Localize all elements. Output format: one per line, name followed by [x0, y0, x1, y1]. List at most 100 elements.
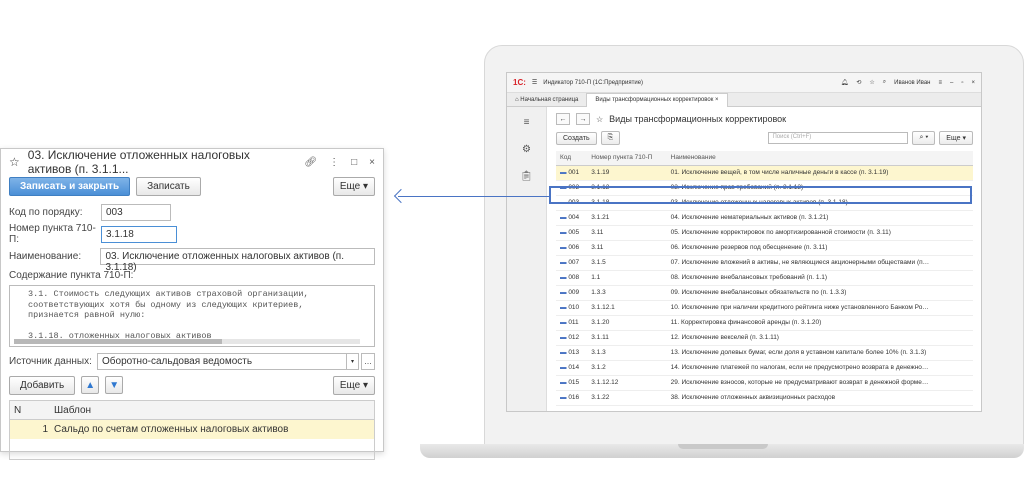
- cell-name: 14. Исключение платежей по налогам, если…: [666, 360, 973, 376]
- table-row[interactable]: ▬ 006 3.11 06. Исключение резервов под обе…: [556, 240, 973, 256]
- row-template: Сальдо по счетам отложенных налоговых ак…: [54, 424, 289, 435]
- window-title: Индикатор 710-П (1С:Предприятие): [543, 79, 644, 86]
- source-label: Источник данных:: [9, 355, 92, 367]
- menu-icon[interactable]: ☰: [532, 79, 537, 86]
- col-name[interactable]: Наименование: [666, 151, 973, 166]
- table-row[interactable]: ▬ 010 3.1.12.1 10. Исключение при наличии …: [556, 300, 973, 316]
- cell-num: 3.1.3: [587, 345, 667, 361]
- clipboard-icon[interactable]: 📋︎: [520, 171, 533, 182]
- template-grid: N Шаблон 1 Сальдо по счетам отложенных н…: [9, 400, 375, 460]
- code-text: 015: [568, 379, 580, 386]
- table-row[interactable]: ▬ 001 3.1.19 01. Исключение вещей, в том ч…: [556, 165, 973, 181]
- search-button[interactable]: ⌕ ▾: [912, 131, 936, 145]
- code-text: 009: [568, 289, 580, 296]
- table-row[interactable]: ▬ 005 3.11 05. Исключение корректировок по…: [556, 225, 973, 241]
- order-field[interactable]: 003: [101, 203, 171, 221]
- table-row[interactable]: ▬ 015 3.1.12.12 29. Исключение взносов, ко…: [556, 375, 973, 391]
- copy-icon[interactable]: ⎘: [600, 131, 621, 145]
- content-textarea[interactable]: 3.1. Стоимость следующих активов страхов…: [9, 285, 375, 347]
- cell-code: ▬ 009: [556, 285, 588, 301]
- search-input[interactable]: Поиск (Ctrl+F): [768, 132, 909, 144]
- table-row[interactable]: ▬ 012 3.1.11 12. Исключение векселей (п. 3…: [556, 330, 973, 346]
- arrowhead: [393, 188, 409, 204]
- source-select[interactable]: Оборотно-сальдовая ведомость ▾ …: [97, 352, 375, 370]
- item-form: ☆ 03. Исключение отложенных налоговых ак…: [0, 148, 384, 460]
- code-text: 014: [568, 364, 580, 371]
- cell-name: 07. Исключение вложений в активы, не явл…: [666, 255, 973, 271]
- settings-icon[interactable]: ≡: [938, 80, 942, 86]
- move-up-icon[interactable]: ▲: [81, 376, 100, 394]
- link-icon[interactable]: 🔗︎: [304, 157, 317, 168]
- chevron-down-icon[interactable]: ▾: [347, 352, 359, 370]
- table-row[interactable]: ▬ 008 1.1 08. Исключение внебалансовых тре…: [556, 270, 973, 286]
- close-icon[interactable]: ×: [369, 157, 375, 168]
- col-n[interactable]: N: [10, 405, 54, 416]
- app-titlebar: 1С: ☰ Индикатор 710-П (1С:Предприятие) 🔔…: [507, 73, 981, 93]
- table-row[interactable]: ▬ 004 3.1.21 04. Исключение нематериальных…: [556, 210, 973, 226]
- star-icon[interactable]: ☆: [596, 115, 603, 124]
- cell-num: 3.1.22: [587, 390, 667, 406]
- star-icon[interactable]: ☆: [869, 79, 874, 86]
- gear-icon[interactable]: ⚙: [522, 144, 531, 155]
- save-button[interactable]: Записать: [136, 176, 201, 196]
- source-field[interactable]: Оборотно-сальдовая ведомость: [97, 352, 347, 370]
- content-text: 3.1. Стоимость следующих активов страхов…: [28, 289, 309, 341]
- col-template[interactable]: Шаблон: [54, 405, 91, 416]
- close-icon[interactable]: ×: [971, 80, 975, 86]
- table-row[interactable]: ▬ 011 3.1.20 11. Корректировка финансовой …: [556, 315, 973, 331]
- cell-name: 29. Исключение взносов, которые не преду…: [666, 375, 973, 391]
- move-down-icon[interactable]: ▼: [105, 376, 124, 394]
- table-row[interactable]: ▬ 013 3.1.3 13. Исключение долевых бумаг, …: [556, 345, 973, 361]
- laptop-base: [420, 444, 1024, 458]
- history-icon[interactable]: ⟲: [856, 79, 861, 86]
- cell-num: 3.1.12.12: [587, 375, 667, 391]
- more-button[interactable]: Еще ▾: [939, 131, 973, 145]
- name-field[interactable]: 03. Исключение отложенных налоговых акти…: [100, 247, 375, 273]
- more-button-2[interactable]: Еще ▾: [332, 375, 375, 395]
- form-title: 03. Исключение отложенных налоговых акти…: [27, 148, 250, 176]
- cell-num: 3.1.2: [587, 360, 667, 376]
- table-row[interactable]: ▬ 007 3.1.5 07. Исключение вложений в акти…: [556, 255, 973, 271]
- save-close-button[interactable]: Записать и закрыть: [9, 176, 131, 196]
- h-scrollbar[interactable]: [14, 339, 360, 344]
- code-text: 005: [568, 229, 580, 236]
- code-text: 013: [568, 349, 580, 356]
- more-button[interactable]: Еще ▾: [332, 176, 375, 196]
- content-label: Содержание пункта 710-П:: [9, 269, 134, 281]
- minimize-icon[interactable]: –: [950, 80, 953, 86]
- cell-num: 1.1: [587, 270, 667, 286]
- cell-name: 04. Исключение нематериальных активов (п…: [666, 210, 973, 226]
- user-name[interactable]: Иванов Иван: [894, 80, 930, 86]
- star-icon[interactable]: ☆: [9, 155, 20, 169]
- cell-code: ▬ 005: [556, 225, 588, 241]
- menu-icon[interactable]: ≡: [524, 117, 530, 128]
- back-button[interactable]: ←: [556, 113, 570, 125]
- forward-button[interactable]: →: [576, 113, 590, 125]
- table-row[interactable]: 1 Сальдо по счетам отложенных налоговых …: [10, 420, 374, 439]
- name-label: Наименование:: [9, 250, 82, 262]
- col-code[interactable]: Код: [556, 151, 588, 166]
- create-button[interactable]: Создать: [556, 131, 597, 145]
- code-text: 007: [568, 259, 580, 266]
- cell-name: 01. Исключение вещей, в том числе наличн…: [666, 165, 973, 181]
- maximize-icon[interactable]: □: [351, 157, 357, 168]
- search-icon[interactable]: ⌕: [883, 79, 886, 86]
- choose-button[interactable]: …: [361, 352, 375, 370]
- cell-num: 3.1.11: [587, 330, 667, 346]
- bell-icon[interactable]: 🔔︎: [841, 79, 849, 86]
- col-num[interactable]: Номер пункта 710-П: [587, 151, 667, 166]
- table-row[interactable]: ▬ 016 3.1.22 38. Исключение отложенных акв…: [556, 390, 973, 406]
- num-field[interactable]: 3.1.18: [101, 225, 177, 243]
- tab-corrections[interactable]: Виды трансформационных корректировок ×: [586, 92, 728, 107]
- code-text: 010: [568, 304, 580, 311]
- maximize-icon[interactable]: ▫: [961, 80, 963, 86]
- cell-name: 08. Исключение внебалансовых требований …: [666, 270, 973, 286]
- kebab-icon[interactable]: ⋮: [329, 157, 339, 168]
- cell-num: 3.1.21: [587, 210, 667, 226]
- table-row[interactable]: ▬ 014 3.1.2 14. Исключение платежей по нал…: [556, 360, 973, 376]
- add-button[interactable]: Добавить: [9, 375, 76, 395]
- cell-name: 06. Исключение резервов под обесценение …: [666, 240, 973, 256]
- table-row[interactable]: ▬ 009 1.3.3 09. Исключение внебалансовых о…: [556, 285, 973, 301]
- tab-home[interactable]: ⌂ Начальная страница: [507, 93, 586, 107]
- laptop-screen: 1С: ☰ Индикатор 710-П (1С:Предприятие) 🔔…: [506, 72, 982, 412]
